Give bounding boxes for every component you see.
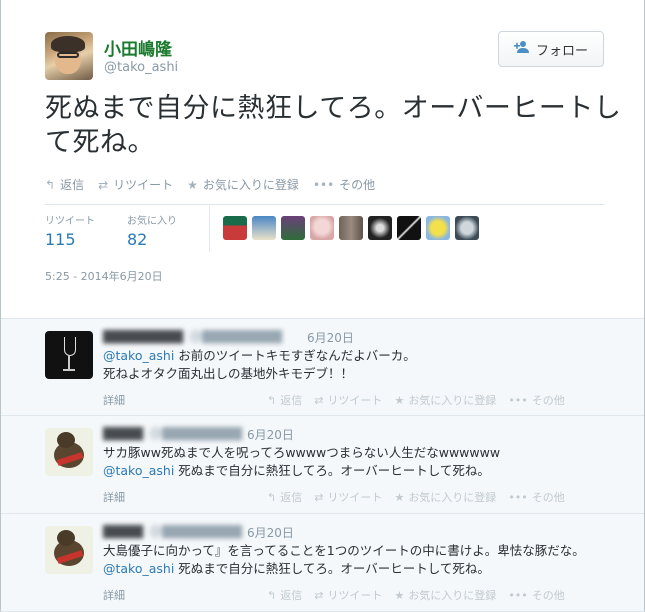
favorite-label: お気に入りに登録 xyxy=(202,178,299,192)
favoriter-avatar[interactable] xyxy=(281,216,305,240)
favoriter-avatar[interactable] xyxy=(310,216,334,240)
stats-separator xyxy=(209,206,210,252)
reply-actions: ↰ 返信 ⇄ リツイート ★ お気に入りに登録 ••• その他 xyxy=(267,489,565,505)
favoriter-avatar[interactable] xyxy=(426,216,450,240)
author-avatar[interactable] xyxy=(45,32,93,80)
more-action[interactable]: ••• その他 xyxy=(508,489,564,505)
more-icon: ••• xyxy=(312,177,335,192)
favorite-action[interactable]: ★ お気に入りに登録 xyxy=(187,176,299,193)
reply-list: ▇▇▇▇▇▇▇▇ @▇▇▇▇▇▇▇▇ 6月20日 @tako_ashi お前のツイ… xyxy=(1,318,644,612)
reply-detail-link[interactable]: 詳細 xyxy=(103,489,125,505)
more-action[interactable]: ••• その他 xyxy=(508,392,564,408)
retweet-icon: ⇄ xyxy=(314,588,324,602)
author-display-name[interactable]: 小田嶋隆 xyxy=(104,35,172,60)
retweet-icon: ⇄ xyxy=(98,177,109,192)
reply-tweet[interactable]: ▇▇▇▇▇▇▇▇ @▇▇▇▇▇▇▇▇ 6月20日 @tako_ashi お前のツイ… xyxy=(1,319,644,416)
mention-link[interactable]: @tako_ashi xyxy=(103,348,174,363)
favoriter-avatar[interactable] xyxy=(223,216,247,240)
favorite-action[interactable]: ★ お気に入りに登録 xyxy=(394,587,496,603)
reply-author-name[interactable]: ▇▇▇▇ @▇▇▇▇▇▇▇▇ xyxy=(103,524,242,539)
favorite-stat[interactable]: お気に入り 82 xyxy=(127,212,177,249)
author-screen-name[interactable]: @tako_ashi xyxy=(104,60,178,75)
star-icon: ★ xyxy=(394,588,405,602)
reply-text: サカ豚ww死ぬまで人を呪ってろwwwwつまらない人生だなwwwwww @tako… xyxy=(103,445,501,478)
retweet-action[interactable]: ⇄ リツイート xyxy=(314,392,382,408)
follow-button[interactable]: フォロー xyxy=(498,31,604,67)
reply-actions: ↰ 返信 ⇄ リツイート ★ お気に入りに登録 ••• その他 xyxy=(267,392,565,408)
favorite-action[interactable]: ★ お気に入りに登録 xyxy=(394,392,496,408)
favorite-stat-label: お気に入り xyxy=(127,216,177,227)
retweet-action[interactable]: ⇄ リツイート xyxy=(314,587,382,603)
favorite-action[interactable]: ★ お気に入りに登録 xyxy=(394,489,496,505)
reply-icon: ↰ xyxy=(267,393,277,407)
retweet-stat-label: リツイート xyxy=(45,216,95,227)
favoriter-avatar[interactable] xyxy=(368,216,392,240)
reply-label: 返信 xyxy=(60,178,85,192)
more-action[interactable]: ••• その他 xyxy=(508,587,564,603)
reply-avatar[interactable] xyxy=(45,331,93,379)
retweet-icon: ⇄ xyxy=(314,490,324,504)
reply-author-name[interactable]: ▇▇▇▇▇▇▇▇ @▇▇▇▇▇▇▇▇ xyxy=(103,329,282,344)
follow-label: フォロー xyxy=(535,43,588,59)
favoriter-avatars xyxy=(223,216,479,240)
reply-action[interactable]: ↰ 返信 xyxy=(45,176,84,193)
reply-author-name[interactable]: ▇▇▇▇ @▇▇▇▇▇▇▇▇ xyxy=(103,426,242,441)
reply-avatar[interactable] xyxy=(45,428,93,476)
star-icon: ★ xyxy=(187,177,198,192)
divider xyxy=(45,204,605,205)
tweet-timestamp[interactable]: 5:25 - 2014年6月20日 xyxy=(45,268,163,284)
reply-icon: ↰ xyxy=(267,588,277,602)
retweet-icon: ⇄ xyxy=(314,393,324,407)
reply-tweet[interactable]: ▇▇▇▇ @▇▇▇▇▇▇▇▇ 6月20日 サカ豚ww死ぬまで人を呪ってろwwwwつ… xyxy=(1,416,644,514)
reply-avatar[interactable] xyxy=(45,526,93,574)
star-icon: ★ xyxy=(394,393,405,407)
reply-action[interactable]: ↰ 返信 xyxy=(267,587,302,603)
reply-icon: ↰ xyxy=(45,177,56,192)
retweet-count: 115 xyxy=(45,230,76,249)
reply-date[interactable]: 6月20日 xyxy=(247,426,294,443)
favoriter-avatar[interactable] xyxy=(397,216,421,240)
favorite-count: 82 xyxy=(127,230,148,249)
star-icon: ★ xyxy=(394,490,405,504)
favoriter-avatar[interactable] xyxy=(252,216,276,240)
reply-action[interactable]: ↰ 返信 xyxy=(267,489,302,505)
reply-action[interactable]: ↰ 返信 xyxy=(267,392,302,408)
retweet-stat[interactable]: リツイート 115 xyxy=(45,212,95,249)
reply-text: @tako_ashi お前のツイートキモすぎなんだよバーカ。 死ねよオタク面丸出… xyxy=(103,348,416,381)
mention-link[interactable]: @tako_ashi xyxy=(103,463,174,478)
tweet-text: 死ぬまで自分に熱狂してろ。オーバーヒートして死ね。 xyxy=(45,93,622,158)
mention-link[interactable]: @tako_ashi xyxy=(103,561,174,576)
reply-date[interactable]: 6月20日 xyxy=(307,329,354,346)
main-tweet: 小田嶋隆 @tako_ashi フォロー 死ぬまで自分に熱狂してろ。オーバーヒー… xyxy=(1,0,644,316)
reply-date[interactable]: 6月20日 xyxy=(247,524,294,541)
more-icon: ••• xyxy=(508,588,528,602)
reply-detail-link[interactable]: 詳細 xyxy=(103,587,125,603)
favoriter-avatar[interactable] xyxy=(339,216,363,240)
tweet-actions: ↰ 返信 ⇄ リツイート ★ お気に入りに登録 ••• その他 xyxy=(45,176,375,193)
retweet-action[interactable]: ⇄ リツイート xyxy=(98,176,173,193)
reply-icon: ↰ xyxy=(267,490,277,504)
reply-text: 大島優子に向かって』を言ってることを1つのツイートの中に書けよ。卑怯な豚だな。 … xyxy=(103,543,585,576)
more-icon: ••• xyxy=(508,490,528,504)
more-icon: ••• xyxy=(508,393,528,407)
retweet-action[interactable]: ⇄ リツイート xyxy=(314,489,382,505)
follow-person-icon xyxy=(513,40,530,58)
more-action[interactable]: ••• その他 xyxy=(313,176,375,193)
retweet-label: リツイート xyxy=(113,178,174,192)
reply-tweet[interactable]: ▇▇▇▇ @▇▇▇▇▇▇▇▇ 6月20日 大島優子に向かって』を言ってることを1つ… xyxy=(1,514,644,612)
reply-detail-link[interactable]: 詳細 xyxy=(103,392,125,408)
more-label: その他 xyxy=(339,178,376,192)
reply-actions: ↰ 返信 ⇄ リツイート ★ お気に入りに登録 ••• その他 xyxy=(267,587,565,603)
favoriter-avatar[interactable] xyxy=(455,216,479,240)
tweet-card: 小田嶋隆 @tako_ashi フォロー 死ぬまで自分に熱狂してろ。オーバーヒー… xyxy=(0,0,645,612)
